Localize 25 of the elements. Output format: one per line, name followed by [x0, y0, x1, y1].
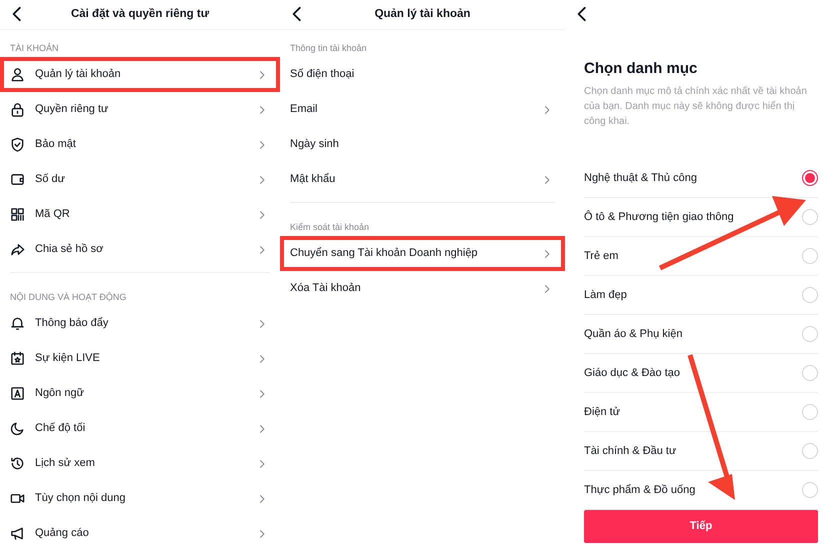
settings-item[interactable]: Chuyển sang Tài khoản Doanh nghiệp: [280, 236, 565, 271]
language-icon: [10, 386, 25, 401]
section-label: TÀI KHOẢN: [10, 42, 59, 54]
megaphone-icon: [10, 526, 25, 541]
screen-title: Quản lý tài khoản: [374, 6, 470, 22]
section-label: Kiểm soát tài khoản: [290, 220, 370, 234]
section-label: NỘI DUNG VÀ HOẠT ĐỘNG: [10, 290, 126, 304]
section-label: Thông tin tài khoản: [290, 42, 367, 55]
person-icon: [10, 67, 25, 82]
moon-icon: [10, 421, 25, 436]
share-icon: [10, 242, 25, 257]
screen-title: Chọn danh mục: [584, 60, 698, 78]
screen-title: Cài đặt và quyền riêng tư: [70, 6, 210, 22]
wallet-icon: [10, 172, 25, 187]
next-button[interactable]: Tiếp: [584, 510, 818, 543]
lock-icon: [10, 102, 25, 117]
shield-icon: [10, 137, 25, 152]
description-text: Chọn danh mục mô tả chính xác nhất về tài khoản của bạn. Danh mục này sẽ không được hiển thị công khai.: [584, 85, 808, 129]
qr-code-icon: [10, 207, 25, 222]
history-icon: [10, 456, 25, 471]
video-camera-icon: [10, 491, 25, 506]
settings-item[interactable]: Quản lý tài khoản: [0, 57, 280, 92]
radio-button[interactable]: [802, 170, 818, 186]
bell-icon: [10, 316, 25, 331]
calendar-icon: [10, 351, 25, 366]
